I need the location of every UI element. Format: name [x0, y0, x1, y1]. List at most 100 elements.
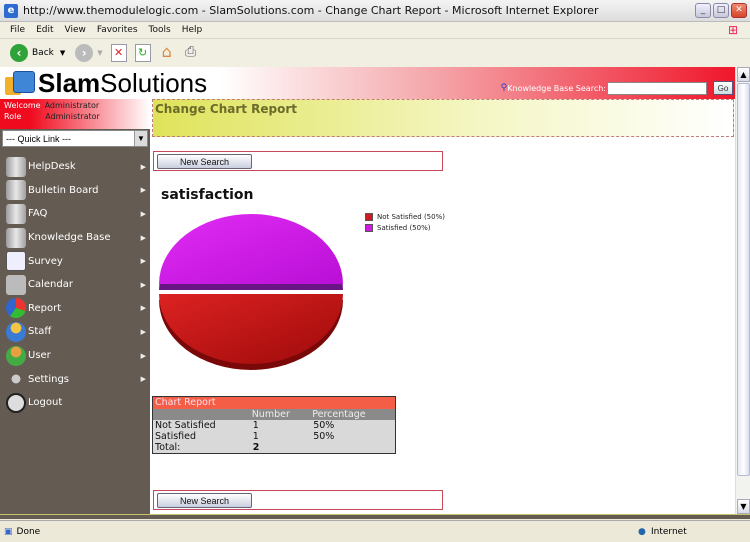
scroll-thumb[interactable] [737, 83, 750, 476]
row-label: Satisfied [155, 430, 197, 442]
welcome-panel: Welcome Administrator Role Administrator [0, 99, 150, 129]
sidebar-item-label: User [28, 350, 51, 362]
refresh-icon[interactable]: ↻ [134, 44, 151, 62]
zone-text: Internet [651, 526, 687, 537]
chevron-right-icon: ▶ [140, 351, 146, 360]
sidebar-item-survey[interactable]: Survey ▶ [0, 249, 150, 273]
menu-edit[interactable]: Edit [36, 25, 53, 35]
stop-icon[interactable]: ✕ [110, 44, 127, 62]
pie-slice-not-satisfied [159, 294, 343, 364]
sidebar-item-faq[interactable]: FAQ ▶ [0, 202, 150, 226]
pie-slice-satisfied [159, 214, 343, 284]
total-label: Total: [155, 441, 181, 453]
forward-dropdown-icon[interactable]: ▼ [97, 49, 102, 57]
minimize-button[interactable]: _ [695, 3, 711, 18]
quick-link-select[interactable]: --- Quick Link --- ▼ [2, 130, 148, 147]
browser-toolbar: ‹ Back ▼ › ▼ ✕ ↻ ⌂ ⎙ [0, 39, 750, 67]
sidebar-item-logout[interactable]: Logout [0, 391, 150, 415]
page-bottom-bar [0, 514, 750, 519]
menu-help[interactable]: Help [182, 25, 203, 35]
chevron-right-icon: ▶ [140, 162, 146, 171]
new-search-bar-bottom: New Search [153, 490, 443, 510]
chevron-right-icon: ▶ [140, 233, 146, 242]
column-header [152, 408, 251, 420]
sidebar-item-settings[interactable]: Settings ▶ [0, 367, 150, 391]
settings-icon [6, 369, 26, 390]
status-text: Done [16, 526, 41, 537]
kb-search: ⚲ Knowledge Base Search: Go [501, 81, 733, 95]
logo-light-text: Solutions [100, 68, 208, 98]
user-icon [6, 345, 26, 366]
sidebar-item-knowledge-base[interactable]: Knowledge Base ▶ [0, 226, 150, 250]
sidebar: Welcome Administrator Role Administrator -… [0, 99, 150, 514]
search-icon: ⚲ [500, 83, 508, 93]
sidebar-item-bulletin-board[interactable]: Bulletin Board ▶ [0, 179, 150, 203]
scroll-down-icon[interactable]: ▼ [737, 499, 750, 514]
chevron-right-icon: ▶ [140, 375, 146, 384]
sidebar-item-report[interactable]: Report ▶ [0, 297, 150, 321]
sidebar-item-label: Logout [28, 397, 63, 409]
forward-arrow-icon[interactable]: › [75, 44, 94, 62]
new-search-button[interactable]: New Search [157, 154, 252, 169]
menu-view[interactable]: View [65, 25, 86, 35]
chevron-right-icon: ▶ [140, 304, 146, 313]
go-button[interactable]: Go [713, 81, 733, 95]
legend-label: Not Satisfied (50%) [377, 212, 445, 221]
menu-bar: File Edit View Favorites Tools Help ⊞ [0, 22, 750, 39]
new-search-bar-top: New Search [153, 151, 443, 171]
logout-icon [6, 392, 26, 413]
legend-item: Not Satisfied (50%) [365, 211, 445, 222]
print-icon[interactable]: ⎙ [183, 44, 199, 62]
row-label: Not Satisfied [155, 419, 216, 431]
chart-legend: Not Satisfied (50%) Satisfied (50%) [365, 211, 445, 233]
scroll-up-icon[interactable]: ▲ [737, 67, 750, 82]
window-title: http://www.themodulelogic.com - SlamSolu… [23, 4, 599, 17]
role-value: Administrator [45, 112, 100, 121]
site-header: SlamSolutions ⚲ Knowledge Base Search: G… [0, 67, 735, 99]
back-dropdown-icon[interactable]: ▼ [60, 49, 65, 57]
table-row: Not Satisfied 1 50% [153, 420, 396, 431]
sidebar-item-label: Settings [28, 373, 70, 385]
kb-search-input[interactable] [607, 81, 707, 95]
back-arrow-icon[interactable]: ‹ [10, 44, 28, 62]
chevron-right-icon: ▶ [140, 257, 146, 266]
close-button[interactable]: ✕ [731, 3, 747, 18]
menu-file[interactable]: File [10, 25, 25, 35]
sidebar-item-label: Staff [28, 326, 52, 338]
maximize-button[interactable]: □ [713, 3, 729, 18]
calendar-icon [6, 274, 26, 295]
new-search-button[interactable]: New Search [157, 493, 252, 508]
sidebar-item-calendar[interactable]: Calendar ▶ [0, 273, 150, 297]
menu-tools[interactable]: Tools [149, 25, 171, 35]
legend-swatch [365, 223, 373, 232]
page-title: Change Chart Report [152, 99, 734, 137]
total-value: 2 [252, 441, 260, 453]
chevron-right-icon: ▶ [140, 327, 146, 336]
kb-search-label: Knowledge Base Search: [507, 83, 606, 93]
back-label[interactable]: Back [32, 48, 54, 58]
site-logo[interactable]: SlamSolutions [38, 67, 207, 99]
server-icon [6, 180, 26, 201]
welcome-label: Welcome [4, 101, 41, 110]
role-label: Role [4, 112, 22, 121]
welcome-value: Administrator [44, 101, 100, 110]
sidebar-item-helpdesk[interactable]: HelpDesk ▶ [0, 155, 150, 179]
sidebar-item-staff[interactable]: Staff ▶ [0, 320, 150, 344]
column-header: Number [250, 408, 312, 420]
row-number: 1 [252, 430, 259, 442]
home-icon[interactable]: ⌂ [159, 44, 175, 62]
sidebar-item-label: FAQ [28, 208, 48, 220]
globe-icon: ● [638, 526, 646, 537]
menu-favorites[interactable]: Favorites [97, 25, 138, 35]
status-bar: ▣ Done ● Internet [0, 520, 750, 542]
staff-icon [6, 321, 26, 342]
sidebar-item-label: Knowledge Base [28, 232, 111, 244]
ie-icon: e [4, 3, 18, 18]
chart-title: satisfaction [161, 187, 254, 203]
sidebar-item-label: Bulletin Board [28, 184, 99, 196]
sidebar-item-user[interactable]: User ▶ [0, 344, 150, 368]
chevron-down-icon[interactable]: ▼ [134, 131, 147, 146]
server-icon [6, 156, 26, 177]
vertical-scrollbar[interactable]: ▲ ▼ [735, 67, 750, 514]
logo-bold-text: Slam [38, 68, 101, 98]
